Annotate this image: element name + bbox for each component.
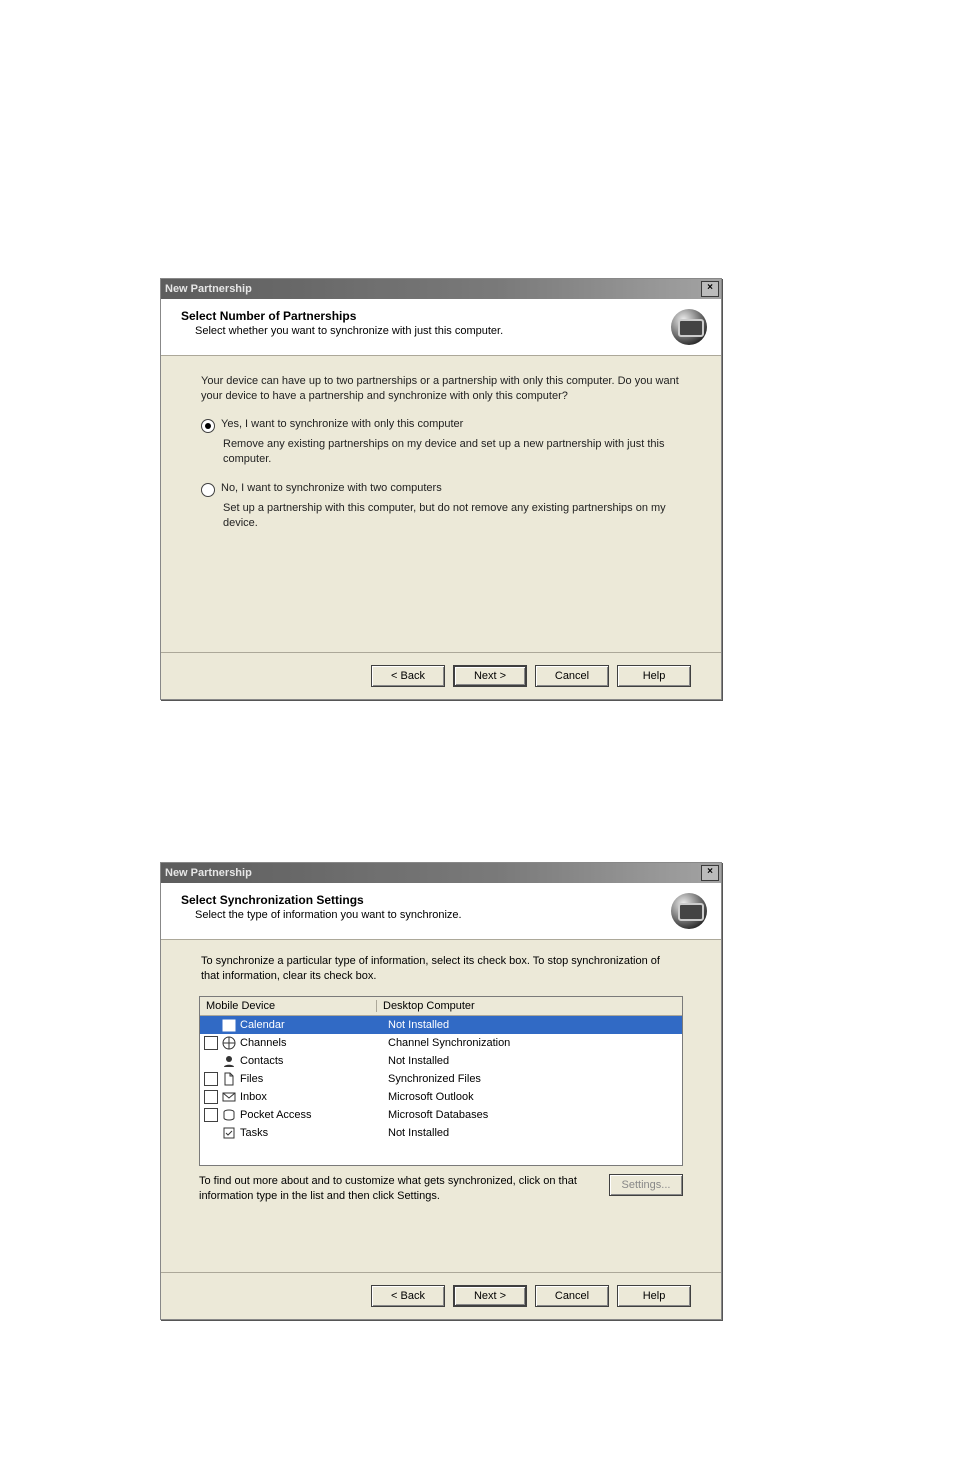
partnership-number-dialog: New Partnership × Select Number of Partn… [160, 278, 722, 700]
inbox-icon [222, 1090, 236, 1104]
close-icon[interactable]: × [701, 865, 719, 881]
activesync-icon [671, 893, 707, 929]
list-item[interactable]: CalendarNot Installed [200, 1016, 682, 1034]
list-item[interactable]: TasksNot Installed [200, 1124, 682, 1142]
activesync-icon [671, 309, 707, 345]
item-name: Calendar [240, 1019, 384, 1031]
list-item[interactable]: Pocket AccessMicrosoft Databases [200, 1106, 682, 1124]
calendar-icon [222, 1018, 236, 1032]
files-icon [222, 1072, 236, 1086]
item-desktop: Channel Synchronization [384, 1037, 682, 1049]
radio-icon [201, 419, 215, 433]
item-name: Channels [240, 1037, 384, 1049]
sync-settings-dialog: New Partnership × Select Synchronization… [160, 862, 722, 1320]
list-item[interactable]: InboxMicrosoft Outlook [200, 1088, 682, 1106]
close-icon[interactable]: × [701, 281, 719, 297]
page-subtitle: Select whether you want to synchronize w… [181, 325, 663, 337]
item-name: Files [240, 1073, 384, 1085]
item-desktop: Not Installed [384, 1019, 682, 1031]
dialog-header: Select Number of Partnerships Select whe… [161, 299, 721, 356]
next-button[interactable]: Next > [453, 665, 527, 687]
page-title: Select Number of Partnerships [181, 309, 663, 323]
item-name: Tasks [240, 1127, 384, 1139]
checkbox[interactable] [204, 1090, 218, 1104]
item-desktop: Synchronized Files [384, 1073, 682, 1085]
item-name: Inbox [240, 1091, 384, 1103]
option-sync-one[interactable]: Yes, I want to synchronize with only thi… [201, 418, 681, 433]
pocket-access-icon [222, 1108, 236, 1122]
next-button[interactable]: Next > [453, 1285, 527, 1307]
button-bar: < Back Next > Cancel Help [161, 1272, 721, 1307]
dialog-header: Select Synchronization Settings Select t… [161, 883, 721, 940]
titlebar: New Partnership × [161, 863, 721, 883]
option-sync-one-label: Yes, I want to synchronize with only thi… [221, 418, 463, 430]
list-item[interactable]: FilesSynchronized Files [200, 1070, 682, 1088]
page-subtitle: Select the type of information you want … [181, 909, 663, 921]
checkbox[interactable] [204, 1072, 218, 1086]
radio-icon [201, 483, 215, 497]
list-header: Mobile Device Desktop Computer [200, 997, 682, 1016]
titlebar: New Partnership × [161, 279, 721, 299]
settings-button[interactable]: Settings... [609, 1174, 683, 1196]
back-button[interactable]: < Back [371, 1285, 445, 1307]
list-item[interactable]: ContactsNot Installed [200, 1052, 682, 1070]
item-desktop: Microsoft Outlook [384, 1091, 682, 1103]
back-button[interactable]: < Back [371, 665, 445, 687]
option-sync-two[interactable]: No, I want to synchronize with two compu… [201, 482, 681, 497]
list-body: CalendarNot InstalledChannelsChannel Syn… [200, 1016, 682, 1165]
help-button[interactable]: Help [617, 665, 691, 687]
footer-text: To find out more about and to customize … [199, 1174, 599, 1204]
window-title: New Partnership [165, 283, 701, 295]
item-name: Contacts [240, 1055, 384, 1067]
item-desktop: Not Installed [384, 1127, 682, 1139]
checkbox[interactable] [204, 1036, 218, 1050]
dialog-body: Your device can have up to two partnersh… [161, 356, 721, 557]
col-desktop-computer[interactable]: Desktop Computer [377, 1000, 682, 1012]
cancel-button[interactable]: Cancel [535, 665, 609, 687]
option-sync-one-desc: Remove any existing partnerships on my d… [223, 437, 681, 467]
contacts-icon [222, 1054, 236, 1068]
item-desktop: Not Installed [384, 1055, 682, 1067]
channels-icon [222, 1036, 236, 1050]
window-title: New Partnership [165, 867, 701, 879]
option-sync-two-desc: Set up a partnership with this computer,… [223, 501, 681, 531]
item-name: Pocket Access [240, 1109, 384, 1121]
tasks-icon [222, 1126, 236, 1140]
checkbox[interactable] [204, 1108, 218, 1122]
list-item[interactable]: ChannelsChannel Synchronization [200, 1034, 682, 1052]
button-bar: < Back Next > Cancel Help [161, 652, 721, 687]
sync-list: Mobile Device Desktop Computer CalendarN… [199, 996, 683, 1166]
intro-text: Your device can have up to two partnersh… [201, 374, 681, 404]
item-desktop: Microsoft Databases [384, 1109, 682, 1121]
cancel-button[interactable]: Cancel [535, 1285, 609, 1307]
help-button[interactable]: Help [617, 1285, 691, 1307]
list-footer: To find out more about and to customize … [199, 1174, 683, 1204]
col-mobile-device[interactable]: Mobile Device [200, 1000, 377, 1012]
instruction-text: To synchronize a particular type of info… [161, 940, 721, 992]
page-title: Select Synchronization Settings [181, 893, 663, 907]
option-sync-two-label: No, I want to synchronize with two compu… [221, 482, 442, 494]
